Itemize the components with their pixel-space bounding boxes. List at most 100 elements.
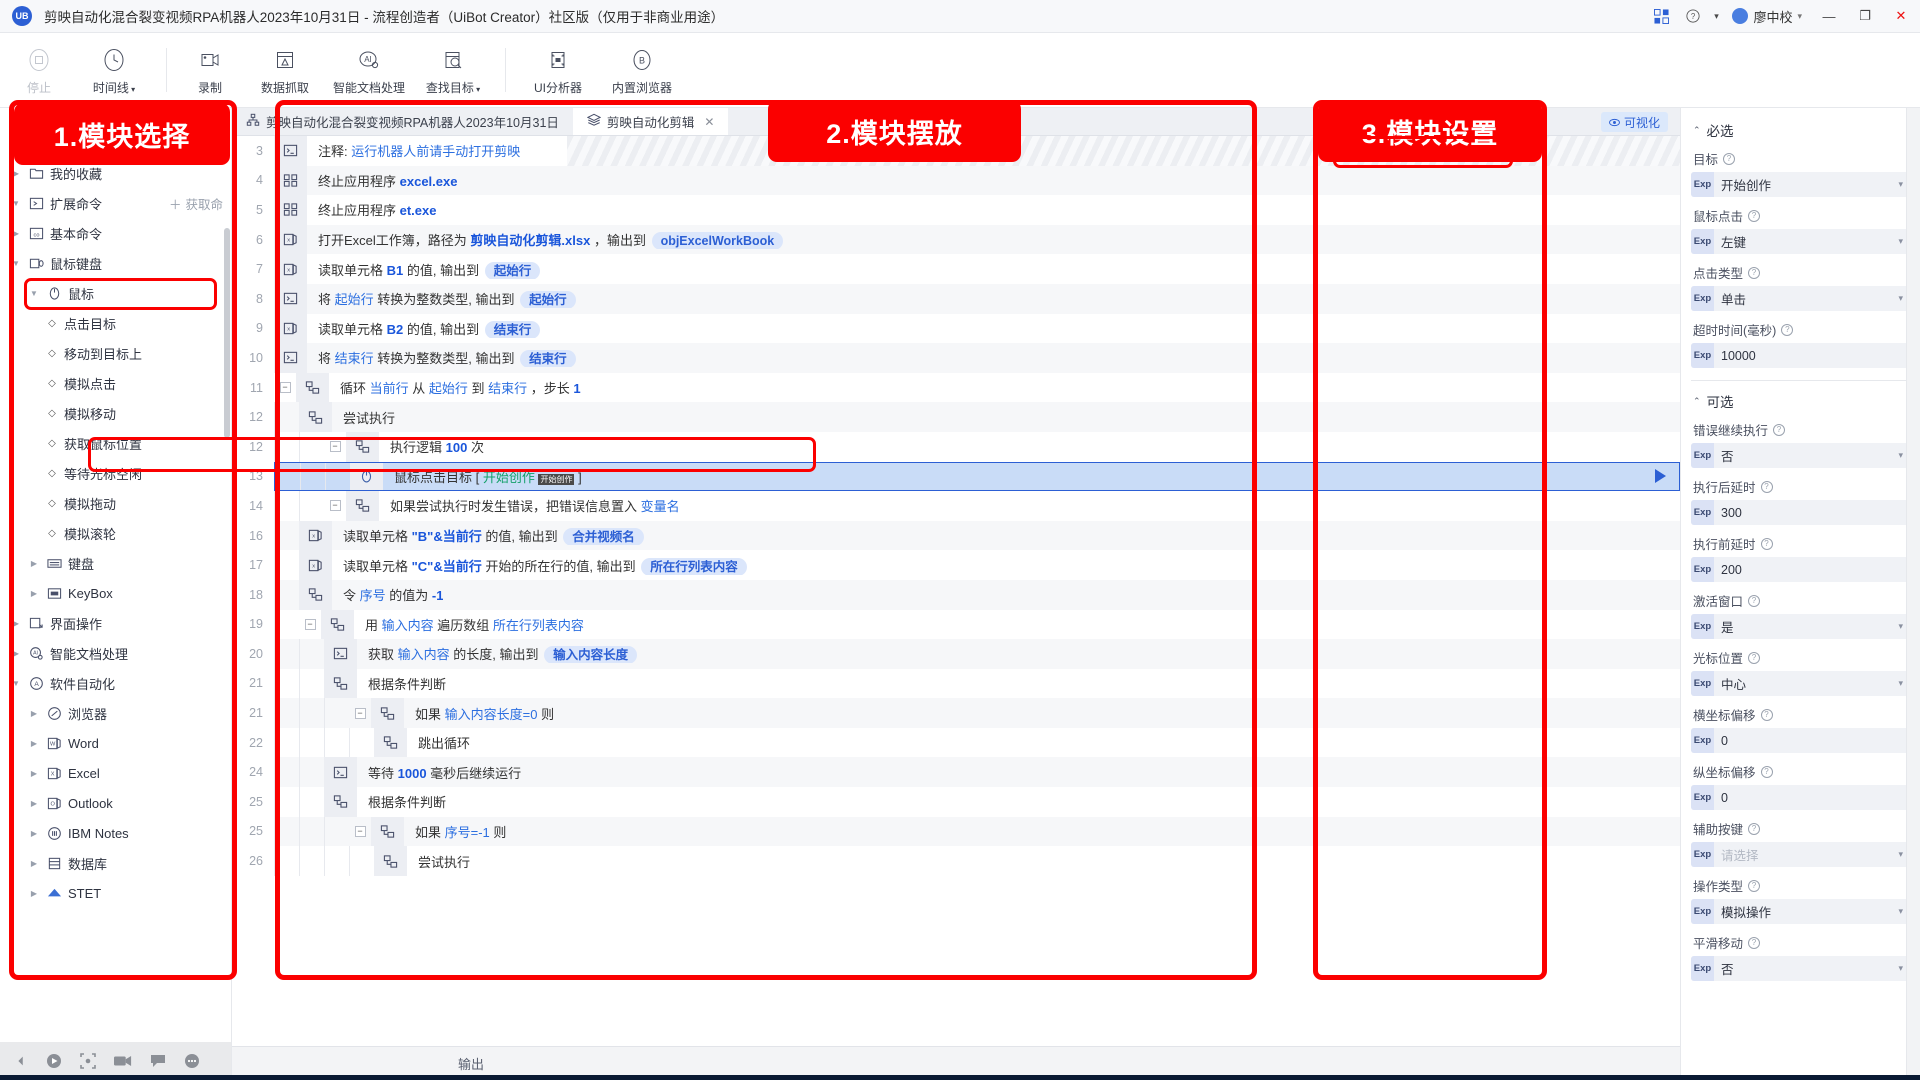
flow-row[interactable]: 26 尝试执行 [232,846,1680,876]
sidebar-item-21[interactable]: ▶ O Outlook [0,788,231,818]
flow-row[interactable]: 13 鼠标点击目标 [ 开始创作 开始创作 ] [232,461,1680,492]
help-icon[interactable]: ? [1723,152,1736,165]
property-field-opt-1[interactable]: Exp 300 [1691,500,1910,525]
flow-row[interactable]: 14 − 如果尝试执行时发生错误，把错误信息置入 变量名 [232,491,1680,521]
chevron-icon[interactable]: ▶ [28,559,40,568]
help-icon[interactable]: ? [1781,323,1794,336]
help-icon[interactable]: ? [1760,708,1773,721]
collapse-toggle[interactable]: − [349,707,371,719]
user-menu[interactable]: 廖中校 ▾ [1724,7,1810,26]
flow-row[interactable]: 6 x 打开Excel工作簿，路径为 剪映自动化剪辑.xlsx ，输出到 objEx… [232,224,1680,255]
sidebar-item-8[interactable]: ◇ 模拟移动 [0,398,231,428]
sidebar-item-16[interactable]: ▶ AI 智能文档处理 [0,638,231,668]
toolbar-record[interactable]: 录制 [177,37,243,103]
flow-row[interactable]: 21 − 如果 输入内容长度=0 则 [232,698,1680,728]
close-icon[interactable]: ✕ [704,115,714,129]
chevron-icon[interactable]: ▶ [10,619,22,628]
chevron-icon[interactable]: ▶ [28,769,40,778]
help-icon[interactable]: ? [1748,209,1761,222]
sidebar-item-20[interactable]: ▶ X Excel [0,758,231,788]
collapse-toggle[interactable]: − [274,382,296,394]
property-field-req-1[interactable]: Exp 左键 ▾ [1691,229,1910,254]
collapse-toggle[interactable]: − [324,441,346,453]
sidebar-item-19[interactable]: ▶ W Word [0,728,231,758]
flow-row[interactable]: 25 − 如果 序号=-1 则 [232,816,1680,847]
sidebar-item-15[interactable]: ▶ 界面操作 [0,608,231,638]
flow-row[interactable]: 24 等待 1000 毫秒后继续运行 [232,757,1680,788]
help-icon[interactable]: ? [1760,537,1773,550]
help-icon[interactable]: ? [1748,594,1761,607]
help-icon[interactable]: ? [1748,651,1761,664]
chevron-icon[interactable]: ▼ [28,289,40,298]
sidebar-item-3[interactable]: ▼ 鼠标键盘 [0,248,231,278]
sidebar-item-12[interactable]: ◇ 模拟滚轮 [0,518,231,548]
help-icon[interactable]: ? [1748,936,1761,949]
flow-row[interactable]: 12 − 执行逻辑 100 次 [232,431,1680,462]
apps-grid-icon[interactable] [1646,2,1676,30]
property-field-opt-0[interactable]: Exp 否 ▾ [1691,443,1910,468]
flow-row[interactable]: 12 尝试执行 [232,402,1680,432]
chevron-icon[interactable]: ▶ [28,589,40,598]
collapse-toggle[interactable]: − [299,618,321,630]
sidebar-item-1[interactable]: ▼ 扩展命令 ＋获取命 [0,188,231,218]
sidebar-item-24[interactable]: ▶ STET [0,878,231,908]
property-field-opt-4[interactable]: Exp 中心 ▾ [1691,671,1910,696]
screenshot-icon[interactable] [80,1053,96,1069]
flow-row[interactable]: 10 将 结束行 转换为整数类型, 输出到 结束行 [232,343,1680,373]
toolbar-timeline[interactable]: 时间线 ▾ [72,37,156,103]
sidebar-item-6[interactable]: ◇ 移动到目标上 [0,338,231,368]
sidebar-item-10[interactable]: ◇ 等待光标空闲 [0,458,231,488]
toolbar-ui-analyzer[interactable]: UI分析器 [516,37,600,103]
sidebar-item-13[interactable]: ▶ 键盘 [0,548,231,578]
chevron-icon[interactable]: ▶ [10,169,22,178]
collapse-left-icon[interactable] [14,1054,28,1068]
toolbar-data-capture[interactable]: 数据抓取 [243,37,327,103]
flow-row[interactable]: 19 − 用 输入内容 遍历数组 所在行列表内容 [232,609,1680,640]
sidebar-item-5[interactable]: ◇ 点击目标 [0,308,231,338]
chevron-icon[interactable]: ▶ [28,799,40,808]
comment-icon[interactable] [150,1054,166,1068]
property-field-opt-2[interactable]: Exp 200 [1691,557,1910,582]
flow-row[interactable]: 16 x 读取单元格 "B"&当前行 的值, 输出到 合并视频名 [232,520,1680,551]
help-caret-icon[interactable]: ▾ [1710,2,1722,30]
chevron-icon[interactable]: ▶ [28,739,40,748]
sidebar-item-22[interactable]: ▶ IBM Notes [0,818,231,848]
help-icon[interactable]: ? [1760,765,1773,778]
property-field-opt-3[interactable]: Exp 是 ▾ [1691,614,1910,639]
sidebar-item-9[interactable]: ◇ 获取鼠标位置 [0,428,231,458]
sidebar-item-14[interactable]: ▶ KeyBox [0,578,231,608]
flow-row[interactable]: 5 终止应用程序 et.exe [232,195,1680,225]
help-icon[interactable]: ? [1678,2,1708,30]
flow-row[interactable]: 11− 循环 当前行 从 起始行 到 结束行 ，步长 1 [232,372,1680,403]
property-field-req-0[interactable]: Exp 开始创作 ▾ [1691,172,1920,197]
toolbar-find-target[interactable]: 查找目标 ▾ [411,37,495,103]
help-icon[interactable]: ? [1760,480,1773,493]
chevron-icon[interactable]: ▼ [10,679,22,688]
collapse-toggle[interactable]: − [349,825,371,837]
editor-tab-1[interactable]: 剪映自动化剪辑 ✕ [572,108,729,135]
chevron-icon[interactable]: ▼ [10,199,22,208]
property-field-req-2[interactable]: Exp 单击 ▾ [1691,286,1910,311]
video-icon[interactable] [114,1054,132,1068]
toolbar-stop[interactable]: 停止 [6,37,72,103]
help-icon[interactable]: ? [1773,423,1786,436]
flow-row[interactable]: 18 令 序号 的值为 -1 [232,579,1680,610]
chevron-icon[interactable]: ▶ [28,859,40,868]
sidebar-item-23[interactable]: ▶ 数据库 [0,848,231,878]
flow-row[interactable]: 7 x 读取单元格 B1 的值, 输出到 起始行 [232,254,1680,284]
help-icon[interactable]: ? [1748,822,1761,835]
run-icon[interactable] [46,1053,62,1069]
flow-row[interactable]: 25 根据条件判断 [232,787,1680,817]
visualize-button[interactable]: 可视化 [1600,112,1668,132]
chevron-icon[interactable]: ▶ [28,889,40,898]
toolbar-builtin-browser[interactable]: B 内置浏览器 [600,37,684,103]
property-field-req-3[interactable]: Exp 10000 [1691,343,1910,368]
run-from-here-icon[interactable] [1655,469,1666,484]
sidebar-item-18[interactable]: ▶ 浏览器 [0,698,231,728]
flow-row[interactable]: 20 获取 输入内容 的长度, 输出到 输入内容长度 [232,639,1680,669]
help-icon[interactable]: ? [1748,266,1761,279]
required-section-header[interactable]: ⌃ 必选 [1693,120,1910,140]
close-button[interactable]: ✕ [1884,0,1918,32]
minimize-button[interactable]: — [1812,0,1846,32]
chevron-icon[interactable]: ▶ [10,229,22,238]
